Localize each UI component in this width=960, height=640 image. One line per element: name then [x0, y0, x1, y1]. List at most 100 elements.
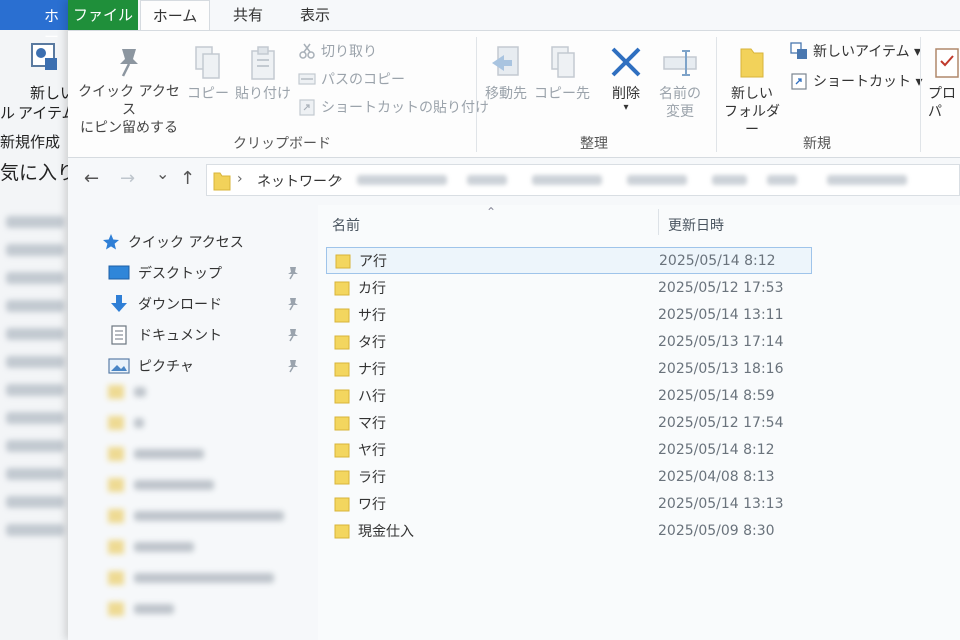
file-modified: 2025/05/09 8:30	[658, 522, 775, 539]
file-name: ア行	[359, 253, 387, 270]
paste-button[interactable]: 貼り付け	[234, 45, 292, 103]
list-item[interactable]: ヤ行 2025/05/14 8:12	[326, 436, 812, 463]
file-name: ヤ行	[358, 442, 386, 459]
new-item-icon	[31, 43, 57, 70]
shortcut-button[interactable]: ショートカット ▾	[790, 71, 922, 91]
tab-view[interactable]: 表示	[290, 0, 340, 30]
sidebar-item-pictures[interactable]: ピクチャ	[108, 354, 194, 378]
new-item-label: 新しいアイテム ▾	[813, 44, 922, 60]
folder-icon	[334, 335, 350, 349]
screen: ホー 新しい アイテム ル 新規作成 気に入り ファイル ホーム 共有 表示 ク…	[0, 0, 960, 640]
move-to-label: 移動先	[485, 86, 527, 102]
column-headers: ⌃ 名前 更新日時	[318, 205, 960, 239]
pin-icon[interactable]	[286, 266, 300, 280]
file-name: マ行	[358, 415, 386, 432]
column-header-name[interactable]: 名前	[332, 215, 360, 235]
list-item[interactable]: タ行 2025/05/13 17:14	[326, 328, 812, 355]
list-item[interactable]: マ行 2025/05/12 17:54	[326, 409, 812, 436]
forward-button[interactable]: →	[120, 168, 135, 189]
tab-file[interactable]: ファイル	[68, 0, 138, 30]
folder-icon	[334, 443, 350, 457]
copy-to-button[interactable]: コピー先	[534, 45, 590, 103]
list-item[interactable]: カ行 2025/05/12 17:53	[326, 274, 812, 301]
blurred-breadcrumb	[627, 175, 687, 185]
background-window: ホー 新しい アイテム ル 新規作成 気に入り	[0, 0, 77, 640]
address-bar[interactable]: › ネットワーク ›	[206, 164, 960, 196]
paste-shortcut-label: ショートカットの貼り付け	[321, 100, 489, 116]
pin-to-quick-access-button[interactable]: クイック アクセス にピン留めする	[74, 45, 184, 137]
pin-icon	[120, 49, 138, 77]
delete-button[interactable]: 削除 ▾	[596, 45, 656, 113]
quick-access-item[interactable]: クイック アクセス	[102, 230, 244, 254]
folder-icon	[334, 389, 350, 403]
copy-path-button[interactable]: パスのコピー	[298, 69, 405, 89]
list-item[interactable]: ワ行 2025/05/14 13:13	[326, 490, 812, 517]
folder-icon	[334, 524, 350, 538]
file-name: ワ行	[358, 496, 386, 513]
file-modified: 2025/05/14 8:12	[658, 441, 775, 458]
folder-icon	[213, 172, 231, 191]
pin-icon[interactable]	[286, 359, 300, 373]
new-folder-label-line2: フォルダー	[724, 104, 780, 138]
file-name: 現金仕入	[358, 523, 414, 540]
scissors-icon	[299, 43, 315, 59]
paste-icon	[251, 46, 275, 80]
rename-button[interactable]: 名前の 変更	[652, 45, 708, 121]
file-name: タ行	[358, 334, 386, 351]
background-home-tab[interactable]: ホー	[0, 0, 70, 46]
folder-icon	[334, 308, 350, 322]
list-item[interactable]: ラ行 2025/04/08 8:13	[326, 463, 812, 490]
breadcrumb-separator: ›	[337, 171, 343, 187]
sidebar-item-desktop[interactable]: デスクトップ	[108, 261, 222, 285]
paste-shortcut-button[interactable]: ショートカットの貼り付け	[298, 97, 489, 117]
organize-group-label: 整理	[580, 136, 608, 152]
properties-icon	[935, 48, 959, 78]
group-separator	[920, 37, 921, 152]
copy-path-icon	[298, 73, 316, 85]
list-item[interactable]: サ行 2025/05/14 13:11	[326, 301, 812, 328]
back-button[interactable]: ←	[84, 168, 99, 189]
list-item[interactable]: ナ行 2025/05/13 18:16	[326, 355, 812, 382]
sidebar-item-label: ピクチャ	[138, 359, 194, 375]
paste-label: 貼り付け	[235, 86, 291, 102]
file-modified: 2025/05/13 18:16	[658, 360, 784, 377]
navigation-pane: クイック アクセス デスクトップ ダウンロード ドキュメント ピクチャ	[68, 205, 310, 640]
picture-icon	[108, 358, 130, 374]
copy-icon	[195, 46, 220, 79]
move-to-button[interactable]: 移動先	[480, 45, 532, 103]
file-modified: 2025/05/12 17:53	[658, 279, 784, 296]
list-item[interactable]: ア行 2025/05/14 8:12	[326, 247, 812, 274]
rename-icon	[663, 50, 697, 76]
new-item-button[interactable]: 新しいアイテム ▾	[790, 41, 921, 61]
new-folder-button[interactable]: 新しい フォルダー	[720, 45, 784, 139]
document-icon	[111, 325, 127, 345]
tab-home[interactable]: ホーム	[140, 0, 210, 30]
copy-button[interactable]: コピー	[184, 45, 232, 103]
properties-button[interactable]: プロパ	[928, 45, 960, 121]
background-blurred-list	[0, 200, 70, 640]
pin-icon[interactable]	[286, 328, 300, 342]
tab-share[interactable]: 共有	[218, 0, 278, 30]
file-name: ナ行	[358, 361, 386, 378]
blurred-folder-list	[108, 385, 308, 640]
column-header-modified[interactable]: 更新日時	[668, 215, 724, 235]
sidebar-item-downloads[interactable]: ダウンロード	[108, 292, 222, 316]
up-button[interactable]: ↑	[180, 168, 195, 189]
blurred-breadcrumb	[532, 175, 602, 185]
copy-label: コピー	[187, 86, 229, 102]
delete-dropdown-icon: ▾	[623, 102, 629, 113]
list-item[interactable]: ハ行 2025/05/14 8:59	[326, 382, 812, 409]
blurred-breadcrumb	[767, 175, 797, 185]
file-modified: 2025/05/14 8:12	[659, 252, 776, 269]
pin-icon[interactable]	[286, 297, 300, 311]
recent-locations-button[interactable]: ⌄	[156, 164, 169, 183]
copy-path-label: パスのコピー	[321, 72, 405, 88]
breadcrumb-network[interactable]: ネットワーク	[257, 171, 341, 191]
cut-button[interactable]: 切り取り	[298, 41, 377, 61]
sidebar-item-documents[interactable]: ドキュメント	[108, 323, 222, 347]
list-item[interactable]: 現金仕入 2025/05/09 8:30	[326, 517, 812, 544]
ribbon-tab-bar: ファイル ホーム 共有 表示	[68, 0, 960, 32]
folder-icon	[334, 362, 350, 376]
column-divider[interactable]	[658, 209, 659, 235]
file-name: カ行	[358, 280, 386, 297]
